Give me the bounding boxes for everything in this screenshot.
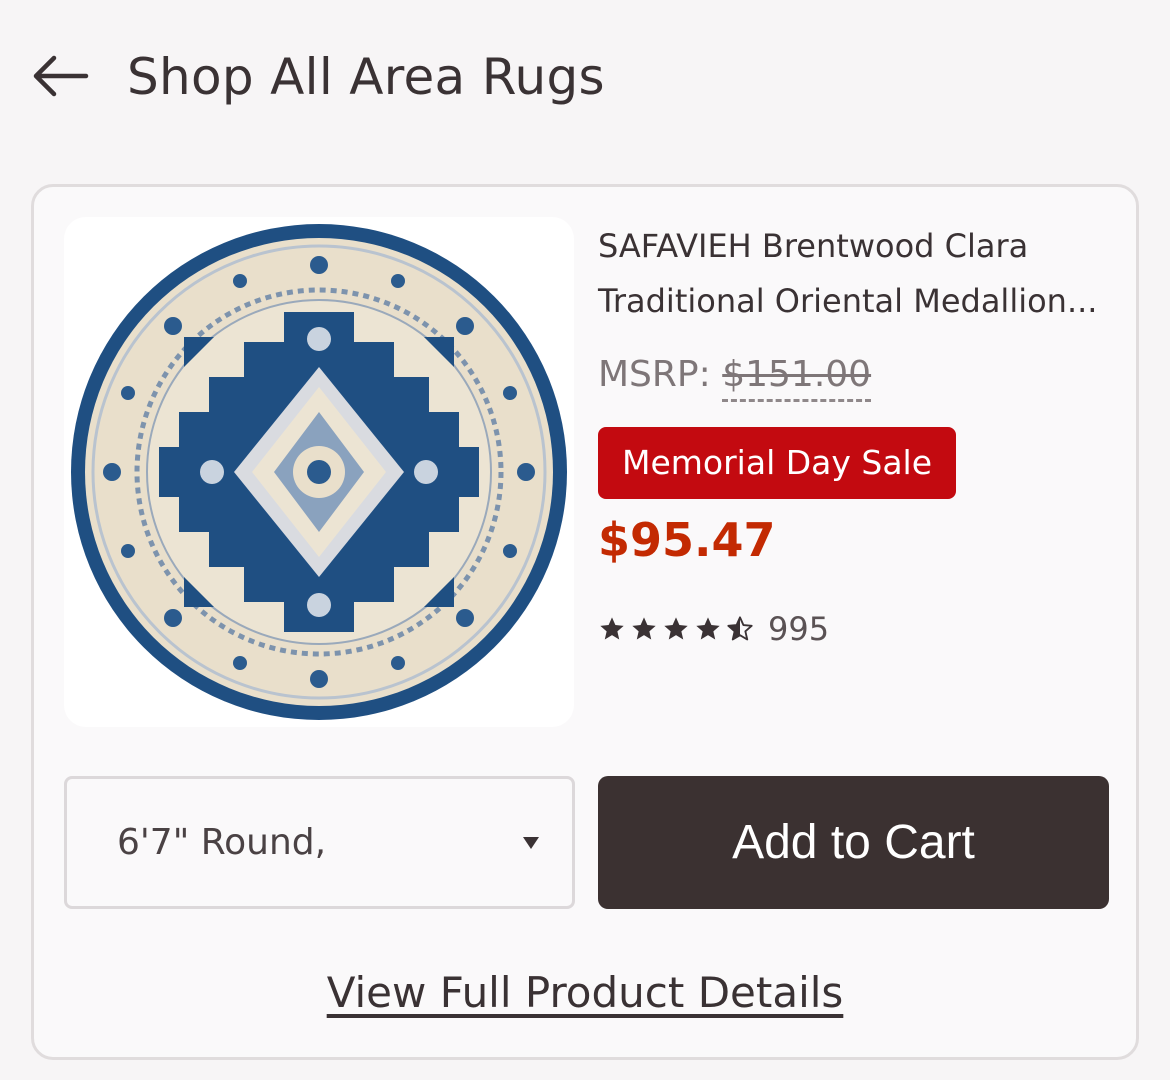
half-star-icon xyxy=(727,616,753,641)
msrp-price: $151.00 xyxy=(722,354,872,402)
arrow-left-icon xyxy=(33,55,89,97)
msrp: MSRP: $151.00 xyxy=(598,351,872,402)
back-button[interactable] xyxy=(28,48,92,104)
size-select-value: 6'7" Round, xyxy=(117,822,327,863)
view-full-details-link[interactable]: View Full Product Details xyxy=(34,963,1136,1023)
sale-badge: Memorial Day Sale xyxy=(598,427,957,499)
sale-price: $95.47 xyxy=(598,513,776,567)
msrp-label: MSRP: xyxy=(598,354,711,395)
product-card: SAFAVIEH Brentwood Clara Traditional Ori… xyxy=(31,184,1139,1060)
star-rating xyxy=(598,615,754,643)
rating[interactable]: 995 xyxy=(598,605,829,653)
caret-down-icon xyxy=(523,837,539,849)
product-title[interactable]: SAFAVIEH Brentwood Clara Traditional Ori… xyxy=(598,219,1118,329)
add-to-cart-button[interactable]: Add to Cart xyxy=(598,776,1109,909)
page-title: Shop All Area Rugs xyxy=(127,48,605,106)
star-icon xyxy=(696,617,720,640)
header: Shop All Area Rugs xyxy=(0,0,1170,160)
star-icon xyxy=(664,617,688,640)
product-image[interactable] xyxy=(64,217,574,727)
round-rug-image xyxy=(71,224,567,720)
star-icon xyxy=(632,617,656,640)
star-icon xyxy=(600,617,624,640)
review-count: 995 xyxy=(768,610,830,648)
size-select[interactable]: 6'7" Round, xyxy=(64,776,575,909)
